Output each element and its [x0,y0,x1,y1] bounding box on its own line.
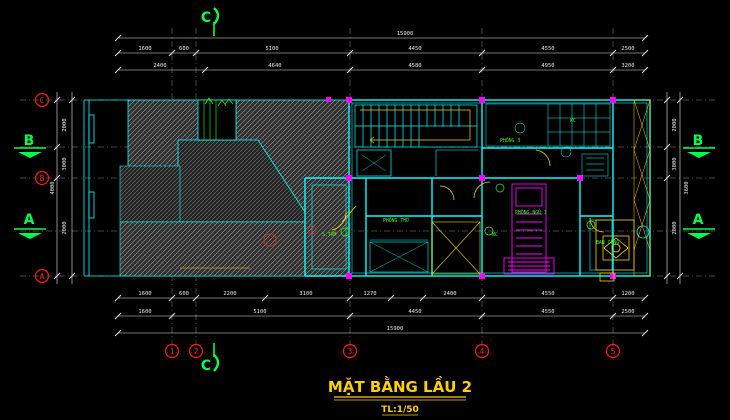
dim-overall-bottom: 15900 [387,326,404,332]
dim-bottom: 600 [179,291,189,297]
svg-text:B: B [693,133,704,149]
dim-left: 3000 [62,157,68,170]
columns [326,97,616,279]
dim-right: 3000 [672,157,678,170]
svg-text:5: 5 [611,347,616,356]
shaft-crosses [369,221,481,275]
dim-bottom: 4550 [541,309,554,315]
dim-top: 600 [179,46,189,52]
scale-text: TL:1/50 [381,405,419,415]
section-mark-a-left: A [14,212,46,239]
dim-bottom: 2400 [443,291,456,297]
dim-bottom: 1200 [621,291,634,297]
dim-top: 4550 [541,46,554,52]
dim-bottom: 1600 [138,291,151,297]
dim-left: 4000 [50,181,56,194]
dim-bottom: 4550 [541,291,554,297]
svg-text:A: A [40,272,45,281]
room-label-wc: WC [570,118,576,124]
dim-top: 2500 [621,46,634,52]
title-text: MẶT BẰNG LẦU 2 [328,375,472,396]
room-label-phong3: PHÒNG 3 [500,137,520,144]
dim-right: 3600 [684,181,690,194]
dim-bottom: 1600 [138,309,151,315]
svg-text:B: B [24,133,35,149]
section-mark-c-bottom: C [201,343,220,374]
dim-overall-top: 15900 [397,31,414,37]
section-marks: C C B B A A [14,7,715,374]
svg-text:C: C [201,358,211,374]
room-label-stam: S.TẮM [322,231,337,238]
balcony-furniture [595,219,650,282]
section-mark-a-right: A [683,212,715,239]
dim-right: 2000 [672,221,678,234]
room-label-ban-cong: BAN CÔNG [596,239,619,246]
dim-bottom: 5100 [253,309,266,315]
dim-bottom: 4450 [408,309,421,315]
dim-top: 3200 [621,63,634,69]
dim-bottom: 1270 [363,291,376,297]
svg-text:C: C [201,10,211,26]
dim-top: 1600 [138,46,151,52]
svg-text:C: C [40,96,45,105]
section-mark-b-left: B [14,133,46,158]
floor-plan-drawing: 15900 1600 600 5100 4450 4550 2500 2400 … [14,7,715,416]
dim-bottom: 2500 [621,309,634,315]
thin-walls [311,102,648,274]
section-mark-c-top: C [201,7,220,36]
svg-text:B: B [40,174,45,183]
dim-top: 4580 [408,63,421,69]
section-mark-b-right: B [683,133,715,158]
dim-right: 2000 [672,118,678,131]
grid-marker-4: 4 [474,343,490,359]
dim-left: 2000 [62,118,68,131]
dim-bottom: 3100 [299,291,312,297]
dim-top: 4640 [268,63,281,69]
svg-text:2: 2 [194,347,199,356]
dim-top: 2400 [153,63,166,69]
grid-marker-1: 1 [164,343,180,359]
dim-left: 2000 [62,221,68,234]
drawing-title: MẶT BẰNG LẦU 2 TL:1/50 [328,375,472,416]
svg-text:3: 3 [348,347,353,356]
grid-marker-3: 3 [342,343,358,359]
balcony-hatch [633,99,651,277]
grid-marker-5: 5 [605,343,621,359]
svg-text:1: 1 [170,347,175,356]
dim-top: 5100 [265,46,278,52]
svg-text:A: A [24,212,35,228]
room-label-phong-ngu3: PHÒNG NGỦ 3 [515,208,547,216]
roof-terrace-area [119,97,350,277]
dim-top: 4950 [541,63,554,69]
staircase [354,104,478,177]
room-label-phong-tho: PHÒNG THỜ [383,217,409,224]
svg-text:A: A [693,212,704,228]
dim-bottom: 2200 [223,291,236,297]
bed [503,183,555,275]
dim-top: 4450 [408,46,421,52]
grid-marker-2: 2 [188,343,204,359]
room-label-wc2: WC [492,232,498,238]
svg-text:4: 4 [480,347,485,356]
